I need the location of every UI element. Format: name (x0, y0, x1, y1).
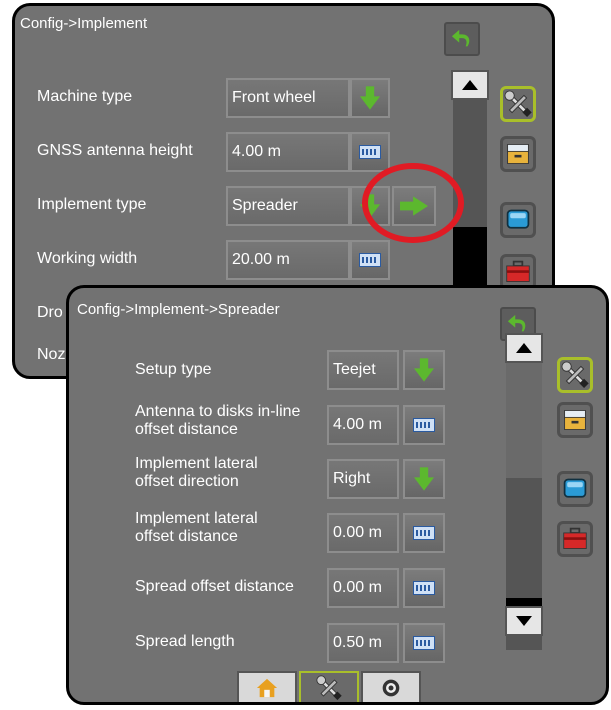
monitor-icon (562, 476, 588, 502)
green-down-arrow-icon (360, 86, 380, 110)
lateral-offset-distance-keyboard[interactable] (403, 513, 445, 553)
wrench-screwdriver-icon (316, 675, 342, 701)
spread-length-value[interactable]: 0.50 m (327, 623, 399, 663)
implement-type-value[interactable]: Spreader (226, 186, 350, 226)
wrench-screwdriver-icon (561, 361, 589, 389)
lateral-offset-direction-value[interactable]: Right (327, 459, 399, 499)
row-label-gnss-antenna-height: GNSS antenna height (37, 142, 193, 159)
green-down-arrow-icon (414, 467, 434, 491)
toolbox-icon (505, 259, 531, 285)
antenna-inline-offset-value[interactable]: 4.00 m (327, 405, 399, 445)
up-arrow-icon (462, 80, 478, 90)
bottom-tab-config[interactable] (299, 671, 359, 702)
working-width-value[interactable]: 20.00 m (226, 240, 350, 280)
setup-type-dropdown[interactable] (403, 350, 445, 390)
scroll-up-button[interactable] (451, 70, 489, 100)
home-icon (256, 677, 278, 699)
row-label-lateral-offset-direction: Implement lateral offset direction (135, 455, 258, 490)
spread-offset-distance-value[interactable]: 0.00 m (327, 568, 399, 608)
machine-type-dropdown[interactable] (350, 78, 390, 118)
side-tab-tools[interactable] (557, 357, 593, 393)
row-label-nozzle: Noz (37, 346, 66, 363)
side-tab-display[interactable] (500, 202, 536, 238)
side-tab-data[interactable] (557, 402, 593, 438)
bottom-tab-home[interactable] (237, 671, 297, 702)
antenna-inline-offset-keyboard[interactable] (403, 405, 445, 445)
working-width-keyboard[interactable] (350, 240, 390, 280)
panel-title: Config->Implement (20, 15, 148, 32)
row-label-spread-length: Spread length (135, 633, 235, 650)
row-label-working-width: Working width (37, 250, 138, 267)
setup-type-value[interactable]: Teejet (327, 350, 399, 390)
keyboard-icon (413, 418, 435, 432)
keyboard-icon (413, 581, 435, 595)
side-tab-tools[interactable] (500, 86, 536, 122)
spread-length-keyboard[interactable] (403, 623, 445, 663)
green-down-arrow-icon (414, 358, 434, 382)
keyboard-icon (359, 253, 381, 267)
wrench-screwdriver-icon (504, 90, 532, 118)
down-arrow-icon (516, 616, 532, 626)
keyboard-icon (413, 636, 435, 650)
row-label-setup-type: Setup type (135, 361, 212, 378)
file-box-icon (505, 141, 531, 167)
side-tab-data[interactable] (500, 136, 536, 172)
monitor-icon (505, 207, 531, 233)
scrollbar-track[interactable] (506, 340, 542, 650)
lateral-offset-direction-dropdown[interactable] (403, 459, 445, 499)
back-arrow-icon (507, 313, 529, 335)
highlight-circle (362, 163, 464, 243)
side-tab-display[interactable] (557, 471, 593, 507)
back-arrow-icon (451, 28, 473, 50)
scroll-down-button[interactable] (505, 606, 543, 636)
file-box-icon (562, 407, 588, 433)
up-arrow-icon (516, 343, 532, 353)
keyboard-icon (359, 145, 381, 159)
row-label-spread-offset-distance: Spread offset distance (135, 578, 294, 595)
gnss-antenna-height-value[interactable]: 4.00 m (226, 132, 350, 172)
spread-offset-distance-keyboard[interactable] (403, 568, 445, 608)
bottom-tab-gnss[interactable] (361, 671, 421, 702)
row-label-implement-type: Implement type (37, 196, 147, 213)
satellite-icon (381, 678, 401, 698)
row-label-machine-type: Machine type (37, 88, 133, 105)
spreader-config-panel: Config->Implement->Spreader Setup type T… (66, 285, 609, 705)
lateral-offset-distance-value[interactable]: 0.00 m (327, 513, 399, 553)
panel-title: Config->Implement->Spreader (77, 301, 280, 318)
side-tab-console[interactable] (557, 521, 593, 557)
row-label-drop: Dro (37, 304, 63, 321)
row-label-antenna-inline-offset: Antenna to disks in-line offset distance (135, 403, 301, 438)
back-button[interactable] (444, 22, 480, 56)
scroll-up-button[interactable] (505, 333, 543, 363)
row-label-lateral-offset-distance: Implement lateral offset distance (135, 510, 258, 545)
toolbox-icon (562, 526, 588, 552)
keyboard-icon (413, 526, 435, 540)
machine-type-value[interactable]: Front wheel (226, 78, 350, 118)
